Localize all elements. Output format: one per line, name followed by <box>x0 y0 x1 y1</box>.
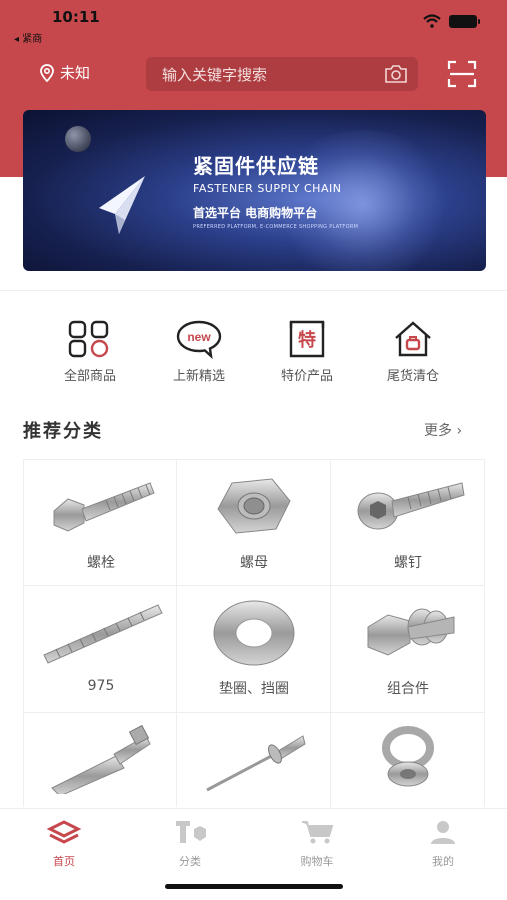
special-price-glyph: 特 <box>298 329 316 351</box>
location-label: 未知 <box>60 64 91 82</box>
category-grid: 螺栓 螺母 螺钉 975 垫圈、挡圈 组合件 <box>23 459 486 807</box>
category-label: 螺母 <box>240 555 268 571</box>
camera-icon[interactable] <box>384 64 408 84</box>
home-logo-icon <box>46 820 82 844</box>
rivet-icon <box>206 735 306 792</box>
category-card[interactable]: 螺母 <box>177 459 331 586</box>
tab-cart[interactable]: 购物车 <box>277 819 357 869</box>
washer-icon <box>213 600 295 666</box>
category-label: 组合件 <box>387 681 429 697</box>
quick-nav-clearance[interactable]: 尾货清仓 <box>368 319 458 384</box>
bolt-icon <box>53 482 155 532</box>
banner-subtitle-en: FASTENER SUPPLY CHAIN <box>193 182 342 195</box>
quick-nav-label: 上新精选 <box>172 369 225 384</box>
cart-icon <box>302 821 334 844</box>
home-indicator <box>165 884 343 889</box>
tab-label: 首页 <box>53 855 75 868</box>
quick-nav-special-price[interactable]: 特 特价产品 <box>262 319 352 384</box>
status-time: 10:11 <box>52 8 100 26</box>
planet-icon <box>65 126 91 152</box>
anchor-bolt-icon <box>51 724 151 794</box>
category-card[interactable]: 垫圈、挡圈 <box>177 586 331 713</box>
quick-nav-label: 全部商品 <box>63 369 116 384</box>
tab-label: 购物车 <box>300 855 334 868</box>
clearance-house-icon <box>395 321 431 357</box>
more-link[interactable]: 更多 › <box>424 420 462 440</box>
quick-nav-new-arrivals[interactable]: new 上新精选 <box>154 319 244 384</box>
banner-tagline: PREFERRED PLATFORM, E-COMMERCE SHOPPING … <box>193 224 359 230</box>
category-label: 垫圈、挡圈 <box>219 681 289 697</box>
location-selector[interactable]: 未知 <box>40 62 90 83</box>
category-icon <box>176 821 206 843</box>
back-to-app-link[interactable]: ◂ 紧商 <box>14 30 42 45</box>
category-label: 975 <box>87 678 115 694</box>
category-card[interactable]: 组合件 <box>331 586 485 713</box>
status-icons <box>423 14 480 28</box>
category-card[interactable]: 螺栓 <box>23 459 177 586</box>
nut-icon <box>217 478 291 534</box>
search-input[interactable]: 输入关键字搜索 <box>146 57 418 91</box>
screw-icon <box>357 482 465 530</box>
tab-profile[interactable]: 我的 <box>403 819 483 869</box>
section-title: 推荐分类 <box>23 421 103 442</box>
tab-label: 我的 <box>432 855 454 868</box>
location-pin-icon <box>40 63 54 82</box>
new-badge-icon: new <box>176 320 222 359</box>
assembly-icon <box>367 608 455 656</box>
tab-home[interactable]: 首页 <box>24 819 104 869</box>
category-card[interactable]: 螺钉 <box>331 459 485 586</box>
user-icon <box>431 821 455 844</box>
battery-icon <box>449 14 480 28</box>
paper-plane-icon <box>99 176 145 234</box>
threaded-rod-icon <box>43 604 163 664</box>
wifi-icon <box>423 14 441 28</box>
category-label: 螺钉 <box>394 555 422 571</box>
eye-bolt-icon <box>382 726 434 787</box>
category-card[interactable] <box>331 713 485 807</box>
category-label: 螺栓 <box>87 555 115 571</box>
quick-nav: 全部商品 new 上新精选 特 特价产品 尾货清仓 <box>0 290 507 390</box>
category-card[interactable]: 975 <box>23 586 177 713</box>
quick-nav-all-products[interactable]: 全部商品 <box>45 319 135 384</box>
banner-subtitle-cn: 首选平台 电商购物平台 <box>193 206 318 220</box>
tab-label: 分类 <box>179 855 201 868</box>
category-card[interactable] <box>177 713 331 807</box>
category-card[interactable] <box>23 713 177 807</box>
search-placeholder: 输入关键字搜索 <box>162 65 268 84</box>
scan-icon[interactable] <box>447 60 477 88</box>
grid-icon <box>68 320 109 358</box>
special-price-icon: 特 <box>289 320 325 358</box>
new-badge-text: new <box>187 330 211 344</box>
quick-nav-label: 尾货清仓 <box>386 369 439 384</box>
promo-banner[interactable]: 紧固件供应链 FASTENER SUPPLY CHAIN 首选平台 电商购物平台… <box>23 110 486 271</box>
banner-title: 紧固件供应链 <box>193 154 319 178</box>
tab-category[interactable]: 分类 <box>150 819 230 869</box>
quick-nav-label: 特价产品 <box>280 369 333 384</box>
status-bar: 10:11 ◂ 紧商 <box>0 0 507 50</box>
